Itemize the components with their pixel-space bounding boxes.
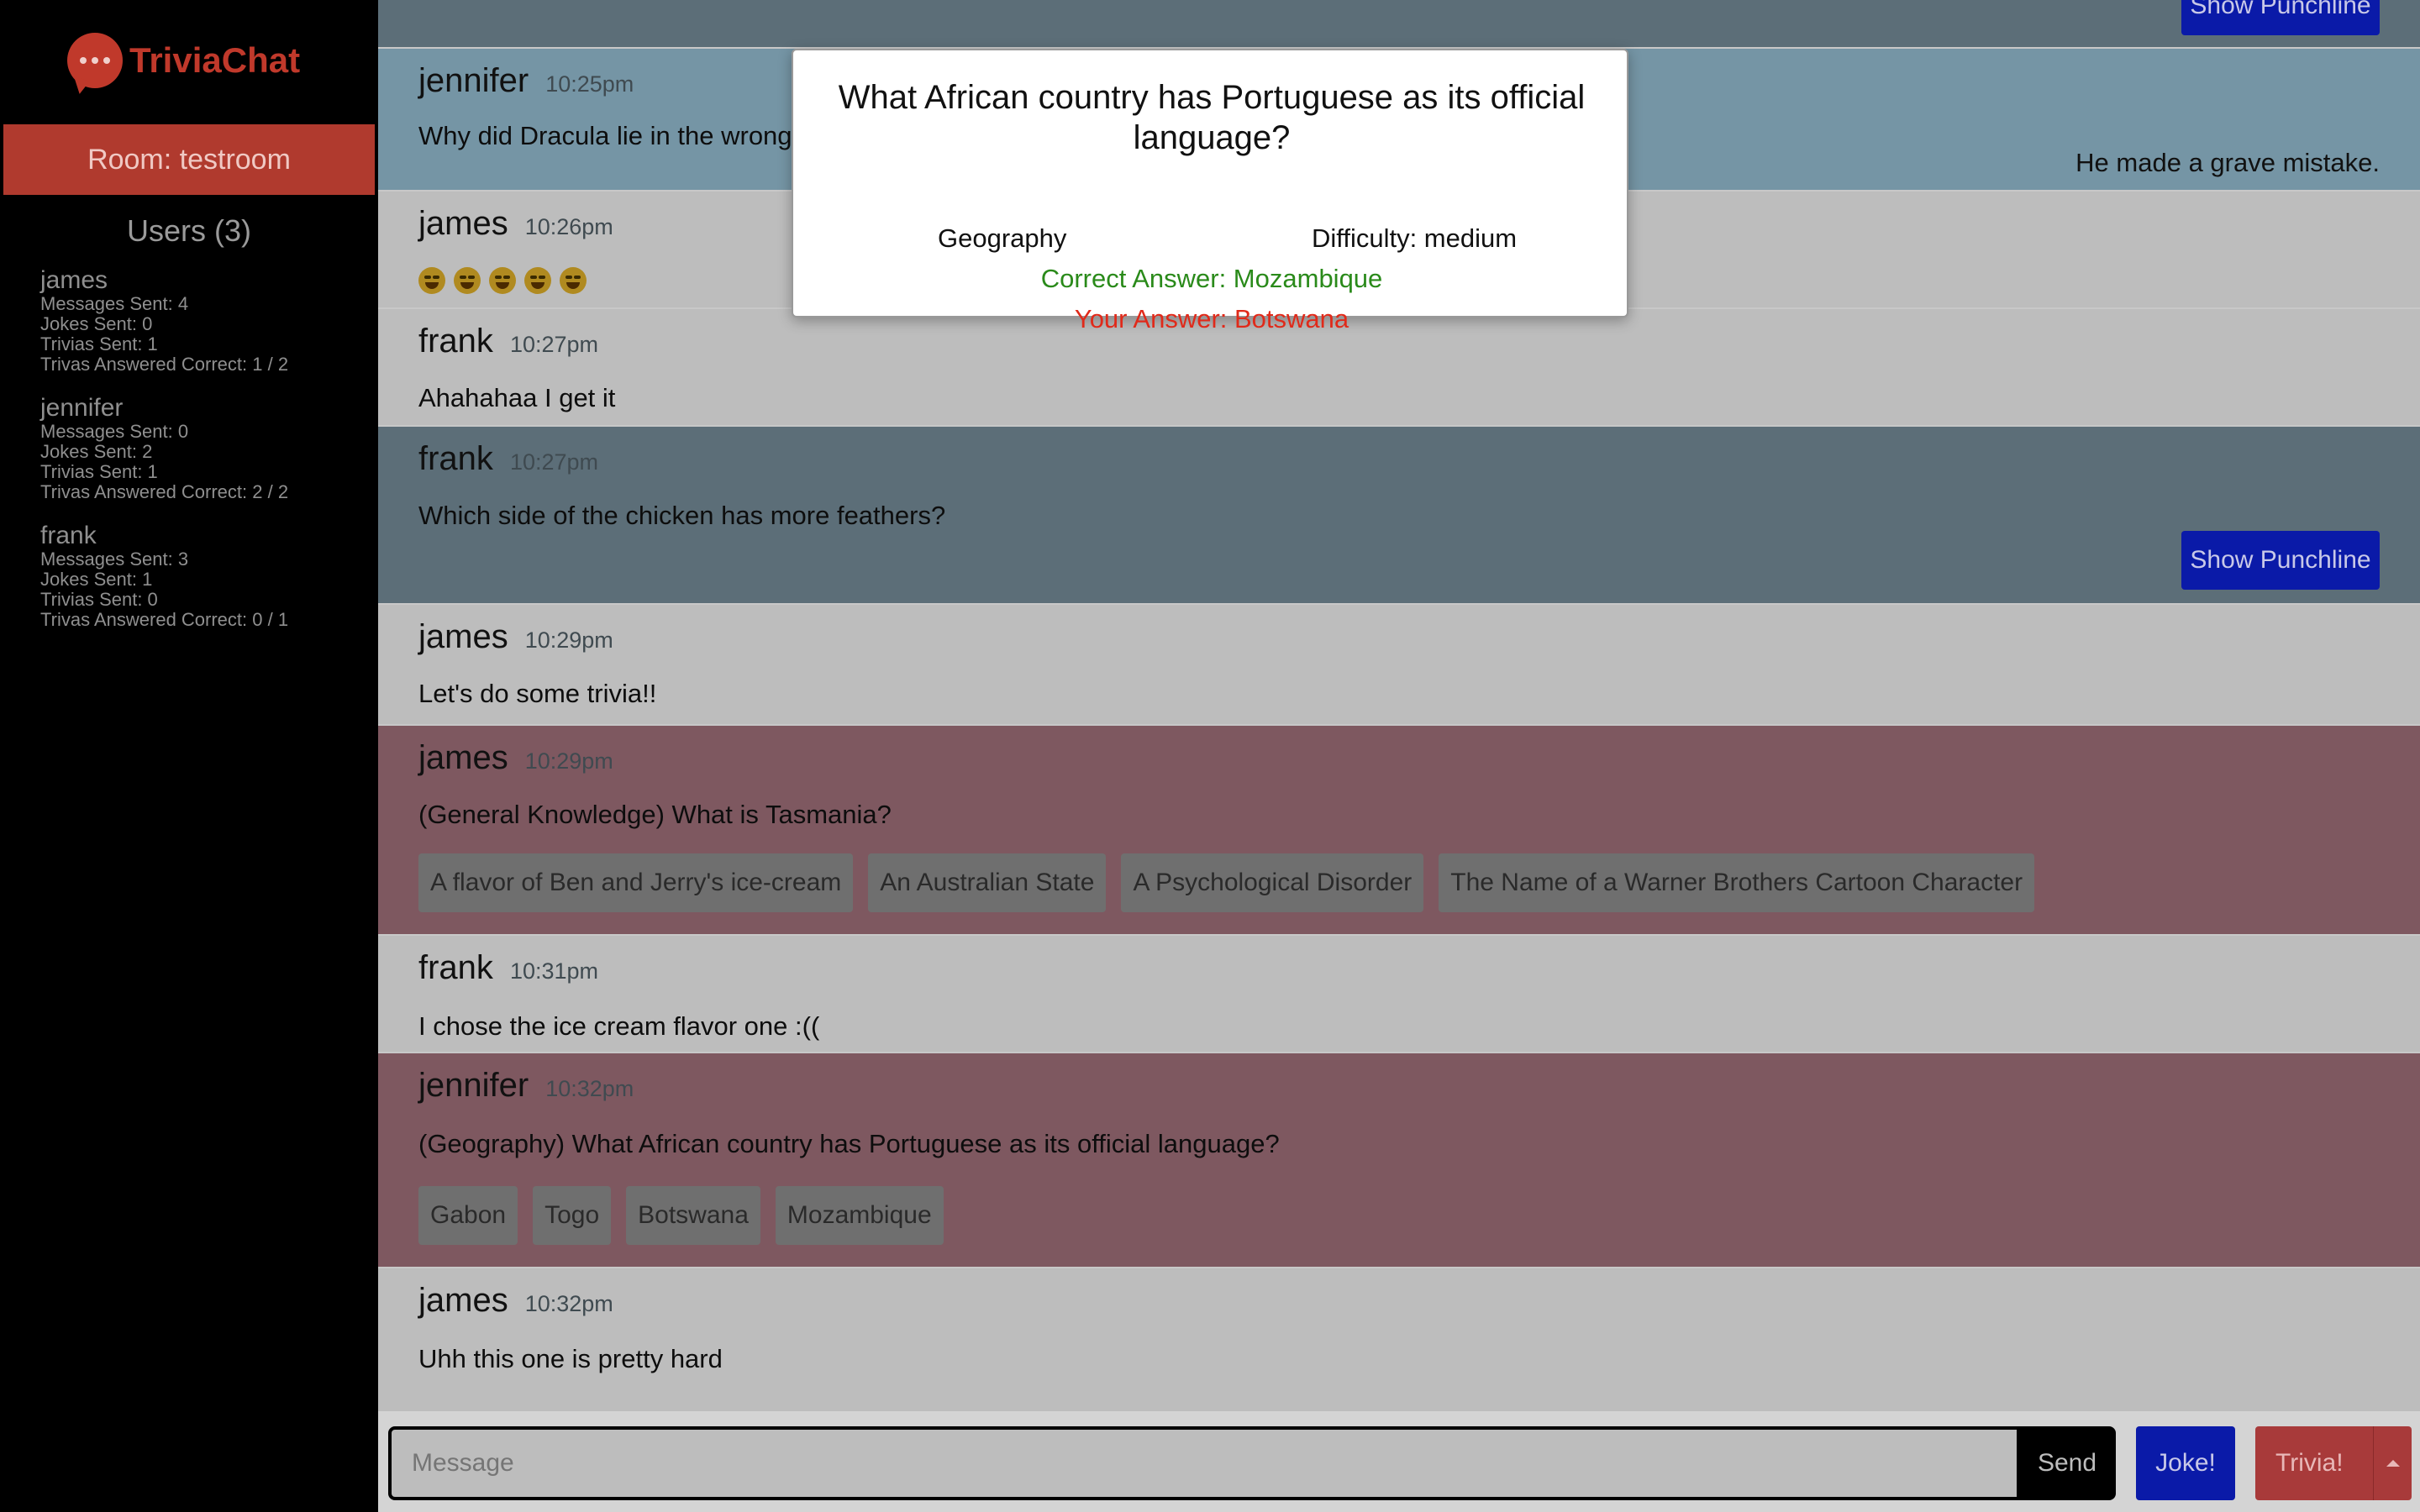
user-stat: Trivias Sent: 1 xyxy=(40,461,158,482)
laughing-emoji-icon xyxy=(489,267,516,294)
user-stat: Jokes Sent: 2 xyxy=(40,441,153,462)
user-stat: Messages Sent: 0 xyxy=(40,421,189,442)
joke-button[interactable]: Joke! xyxy=(2136,1426,2235,1500)
modal-difficulty: Difficulty: medium xyxy=(1312,223,1518,253)
users-title: Users (3) xyxy=(126,213,251,248)
show-punchline-button[interactable]: Show Punchline xyxy=(2181,0,2380,35)
message-author: james xyxy=(418,205,508,242)
message-chat: james 10:32pm Uhh this one is pretty hard xyxy=(378,1267,2420,1411)
laughing-emoji-icon xyxy=(418,267,445,294)
message-input[interactable] xyxy=(388,1426,2020,1500)
user-card-james: james Messages Sent: 4 Jokes Sent: 0 Tri… xyxy=(40,267,288,375)
message-chat: james 10:29pm Let's do some trivia!! xyxy=(378,603,2420,724)
trivia-option-button[interactable]: Mozambique xyxy=(775,1186,944,1245)
sidebar: TriviaChat Room: testroom Users (3) jame… xyxy=(0,0,378,1512)
punchline-text: He made a grave mistake. xyxy=(2075,148,2380,177)
user-card-jennifer: jennifer Messages Sent: 0 Jokes Sent: 2 … xyxy=(40,395,288,502)
message-time: 10:29pm xyxy=(524,627,613,653)
message-time: 10:27pm xyxy=(509,332,599,357)
message-author: frank xyxy=(418,440,493,477)
trivia-option-button[interactable]: The Name of a Warner Brothers Cartoon Ch… xyxy=(1439,853,2035,912)
message-time: 10:32pm xyxy=(524,1291,613,1316)
user-stat: Jokes Sent: 1 xyxy=(40,569,153,590)
message-text: (Geography) What African country has Por… xyxy=(418,1129,1280,1158)
message-trivia: james 10:29pm (General Knowledge) What is… xyxy=(378,724,2420,934)
message-time: 10:25pm xyxy=(545,71,634,97)
user-name: jennifer xyxy=(40,394,124,422)
user-stat: Trivas Answered Correct: 1 / 2 xyxy=(40,354,289,375)
message-time: 10:27pm xyxy=(509,449,599,475)
laughing-emoji-icon xyxy=(560,267,587,294)
user-stat: Jokes Sent: 0 xyxy=(40,313,153,334)
user-name: james xyxy=(40,266,108,294)
message-time: 10:31pm xyxy=(509,958,599,984)
user-card-frank: frank Messages Sent: 3 Jokes Sent: 1 Tri… xyxy=(40,522,288,630)
user-stat: Trivas Answered Correct: 0 / 1 xyxy=(40,609,289,630)
message-author-row: frank 10:27pm xyxy=(418,323,598,360)
trivia-option-button[interactable]: A flavor of Ben and Jerry's ice-cream xyxy=(418,853,854,912)
trivia-options: A flavor of Ben and Jerry's ice-cream An… xyxy=(418,853,2035,912)
user-stat: Messages Sent: 3 xyxy=(40,549,189,570)
message-author: jennifer xyxy=(418,1067,529,1104)
message-text: Ahahahaa I get it xyxy=(418,383,616,412)
message-author-row: james 10:29pm xyxy=(418,618,613,656)
chat-bubble-icon xyxy=(67,33,123,88)
composer-bar: Send Joke! Trivia! xyxy=(378,1411,2420,1512)
trivia-option-button[interactable]: Gabon xyxy=(418,1186,518,1245)
message-joke: frank 10:27pm Which side of the chicken h… xyxy=(378,425,2420,603)
message-text: (General Knowledge) What is Tasmania? xyxy=(418,800,892,829)
message-author-row: james 10:32pm xyxy=(418,1282,613,1320)
message-text: Uhh this one is pretty hard xyxy=(418,1344,723,1373)
brand-name: TriviaChat xyxy=(129,40,301,80)
trivia-options: Gabon Togo Botswana Mozambique xyxy=(418,1186,944,1245)
message-joke-partial: Show Punchline xyxy=(378,0,2420,47)
modal-correct-answer: Correct Answer: Mozambique xyxy=(1040,264,1383,293)
user-stat: Trivias Sent: 1 xyxy=(40,333,158,354)
message-author-row: frank 10:31pm xyxy=(418,949,598,987)
message-text: I chose the ice cream flavor one :(( xyxy=(418,1011,820,1041)
message-author: frank xyxy=(418,323,493,360)
trivia-result-modal: What African country has Portuguese as i… xyxy=(792,49,1628,333)
message-author-row: james 10:26pm xyxy=(418,205,613,243)
trivia-option-button[interactable]: Togo xyxy=(533,1186,612,1245)
message-time: 10:29pm xyxy=(524,748,613,774)
laughing-emoji-icon xyxy=(524,267,551,294)
message-author-row: jennifer 10:25pm xyxy=(418,62,634,100)
modal-your-answer: Your Answer: Botswana xyxy=(1074,304,1349,333)
trivia-option-button[interactable]: An Australian State xyxy=(868,853,1107,912)
message-text: Let's do some trivia!! xyxy=(418,679,657,708)
message-author: james xyxy=(418,1282,508,1319)
trivia-button[interactable]: Trivia! xyxy=(2255,1426,2412,1500)
message-chat: frank 10:31pm I chose the ice cream flavo… xyxy=(378,934,2420,1052)
message-time: 10:26pm xyxy=(524,214,613,239)
user-name: frank xyxy=(40,522,97,549)
room-label: Room: testroom xyxy=(3,124,375,195)
message-text: Why did Dracula lie in the wrong xyxy=(418,121,792,150)
app-logo: TriviaChat xyxy=(67,30,300,91)
send-button[interactable]: Send xyxy=(2018,1426,2116,1500)
user-stat: Trivas Answered Correct: 2 / 2 xyxy=(40,481,289,502)
message-author-row: jennifer 10:32pm xyxy=(418,1067,634,1105)
message-time: 10:32pm xyxy=(545,1076,634,1101)
message-author: jennifer xyxy=(418,62,529,99)
message-author: frank xyxy=(418,949,493,986)
emoji-row xyxy=(418,267,587,294)
modal-category: Geography xyxy=(938,223,1067,253)
message-author: james xyxy=(418,739,508,776)
message-trivia: jennifer 10:32pm (Geography) What African… xyxy=(378,1052,2420,1267)
trivia-button-label: Trivia! xyxy=(2275,1449,2344,1477)
modal-question: What African country has Portuguese as i… xyxy=(838,79,1586,156)
caret-up-icon[interactable] xyxy=(2373,1426,2412,1500)
user-stat: Trivias Sent: 0 xyxy=(40,589,158,610)
message-author-row: james 10:29pm xyxy=(418,739,613,777)
trivia-option-button[interactable]: A Psychological Disorder xyxy=(1121,853,1424,912)
trivia-option-button[interactable]: Botswana xyxy=(626,1186,760,1245)
message-text: Which side of the chicken has more feath… xyxy=(418,501,946,530)
message-author: james xyxy=(418,618,508,655)
laughing-emoji-icon xyxy=(454,267,481,294)
show-punchline-button[interactable]: Show Punchline xyxy=(2181,531,2380,590)
message-author-row: frank 10:27pm xyxy=(418,440,598,478)
user-stat: Messages Sent: 4 xyxy=(40,293,189,314)
